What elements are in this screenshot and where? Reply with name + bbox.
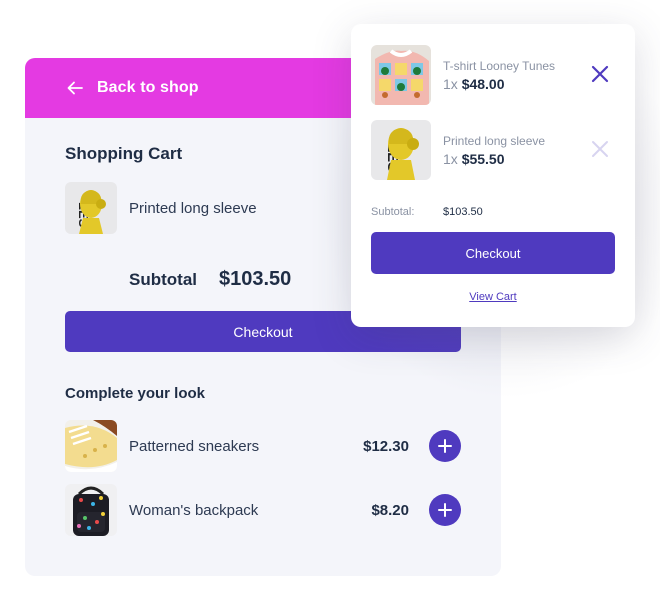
plus-icon xyxy=(438,439,452,453)
mini-cart-item-price: $55.50 xyxy=(461,150,505,167)
remove-item-button[interactable] xyxy=(589,139,611,161)
mini-cart-item-info: T-shirt Looney Tunes 1x $48.00 xyxy=(443,59,589,92)
product-image-looney-tunes-tshirt xyxy=(371,45,431,105)
add-to-cart-button[interactable] xyxy=(429,430,461,462)
close-icon xyxy=(592,140,608,157)
mini-cart-item-price: $48.00 xyxy=(461,75,505,92)
remove-item-button[interactable] xyxy=(589,64,611,86)
mini-cart-item: LES ECH Printed long sleeve 1x $55.50 xyxy=(371,120,615,180)
mini-cart-subtotal-value: $103.50 xyxy=(443,206,483,218)
close-icon xyxy=(591,65,609,82)
subtotal-label: Subtotal xyxy=(129,270,197,289)
recommendation-name: Patterned sneakers xyxy=(129,437,260,455)
mini-cart-item-name: T-shirt Looney Tunes xyxy=(443,58,556,73)
recommendation-list: Patterned sneakers $12.30 Woman's backpa… xyxy=(65,420,461,536)
back-to-shop-label: Back to shop xyxy=(97,79,199,96)
recommendation-price: $8.20 xyxy=(371,501,409,519)
mini-cart-checkout-button[interactable]: Checkout xyxy=(371,232,615,274)
plus-icon xyxy=(438,503,452,517)
mini-cart-subtotal-label: Subtotal: xyxy=(371,206,415,218)
product-image-patterned-sneakers xyxy=(65,420,117,472)
subtotal-value: $103.50 xyxy=(219,268,292,290)
mini-cart-subtotal: Subtotal: $103.50 xyxy=(371,206,615,218)
mini-cart-item-info: Printed long sleeve 1x $55.50 xyxy=(443,134,589,167)
complete-your-look-title: Complete your look xyxy=(65,385,206,402)
product-image-womans-backpack xyxy=(65,484,117,536)
recommendation-item: Woman's backpack $8.20 xyxy=(65,484,461,536)
recommendation-price: $12.30 xyxy=(363,437,409,455)
arrow-left-icon xyxy=(67,81,83,95)
mini-cart-item-quantity: 1x xyxy=(443,150,458,167)
mini-cart-item: T-shirt Looney Tunes 1x $48.00 xyxy=(371,45,615,105)
mini-cart-popup: T-shirt Looney Tunes 1x $48.00 LES ECH xyxy=(351,24,635,327)
add-to-cart-button[interactable] xyxy=(429,494,461,526)
recommendation-name: Woman's backpack xyxy=(129,501,259,519)
recommendation-item: Patterned sneakers $12.30 xyxy=(65,420,461,472)
product-image-printed-long-sleeve: LES ECH xyxy=(65,182,117,234)
mini-cart-item-price-row: 1x $48.00 xyxy=(443,76,589,92)
view-cart-link[interactable]: View Cart xyxy=(371,291,615,303)
mini-cart-item-price-row: 1x $55.50 xyxy=(443,151,589,167)
mini-cart-item-quantity: 1x xyxy=(443,75,458,92)
mini-cart-item-name: Printed long sleeve xyxy=(443,133,546,148)
product-image-printed-long-sleeve: LES ECH xyxy=(371,120,431,180)
